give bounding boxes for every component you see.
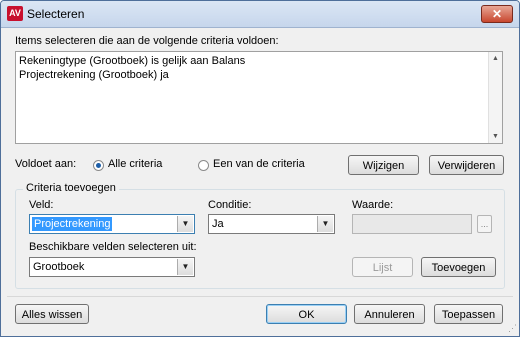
chevron-down-icon[interactable]: ▼ xyxy=(177,216,193,232)
criteria-listbox[interactable]: Rekeningtype (Grootboek) is gelijk aan B… xyxy=(15,51,503,144)
dialog-window: AV Selecteren ✕ Items selecteren die aan… xyxy=(0,0,520,337)
beschikbare-velden-label: Beschikbare velden selecteren uit: xyxy=(29,241,197,253)
beschikbare-velden-dropdown[interactable]: Grootboek ▼ xyxy=(29,257,195,277)
ok-button[interactable]: OK xyxy=(266,304,347,324)
alles-wissen-button[interactable]: Alles wissen xyxy=(15,304,89,324)
veld-dropdown[interactable]: Projectrekening ▼ xyxy=(29,214,195,234)
waarde-browse-button[interactable]: ... xyxy=(477,215,492,233)
toepassen-button[interactable]: Toepassen xyxy=(434,304,503,324)
wijzigen-button[interactable]: Wijzigen xyxy=(348,155,419,175)
footer-divider xyxy=(7,296,513,297)
veld-label: Veld: xyxy=(29,199,54,211)
conditie-dropdown[interactable]: Ja ▼ xyxy=(208,214,335,234)
waarde-label: Waarde: xyxy=(352,199,394,211)
chevron-down-icon[interactable]: ▼ xyxy=(317,216,333,232)
chevron-down-icon[interactable]: ▼ xyxy=(177,259,193,275)
one-criteria-radio[interactable] xyxy=(198,160,209,171)
conditie-value: Ja xyxy=(212,218,224,230)
scroll-down-icon[interactable]: ▼ xyxy=(489,130,502,143)
waarde-input[interactable] xyxy=(352,214,472,234)
criteria-list-item[interactable]: Projectrekening (Grootboek) ja xyxy=(19,68,245,82)
title-bar[interactable]: AV Selecteren ✕ xyxy=(1,1,519,28)
lijst-button[interactable]: Lijst xyxy=(352,257,413,277)
listbox-scrollbar[interactable]: ▲ ▼ xyxy=(488,52,502,143)
toevoegen-button[interactable]: Toevoegen xyxy=(421,257,496,277)
criteria-list-item[interactable]: Rekeningtype (Grootboek) is gelijk aan B… xyxy=(19,54,245,68)
verwijderen-button[interactable]: Verwijderen xyxy=(429,155,504,175)
annuleren-button[interactable]: Annuleren xyxy=(354,304,425,324)
items-criteria-label: Items selecteren die aan de volgende cri… xyxy=(15,35,279,47)
criteria-toevoegen-title: Criteria toevoegen xyxy=(23,182,119,194)
close-button[interactable]: ✕ xyxy=(481,5,513,23)
all-criteria-radio[interactable] xyxy=(93,160,104,171)
all-criteria-label[interactable]: Alle criteria xyxy=(108,158,162,170)
one-criteria-label[interactable]: Een van de criteria xyxy=(213,158,305,170)
voldoet-aan-label: Voldoet aan: xyxy=(15,158,77,170)
veld-value: Projectrekening xyxy=(32,217,113,231)
dialog-title: Selecteren xyxy=(27,7,85,21)
scroll-up-icon[interactable]: ▲ xyxy=(489,52,502,65)
beschikbare-velden-value: Grootboek xyxy=(33,261,85,273)
app-logo-icon: AV xyxy=(7,6,23,21)
conditie-label: Conditie: xyxy=(208,199,252,211)
resize-grip-icon[interactable]: ⋰ xyxy=(508,323,517,334)
